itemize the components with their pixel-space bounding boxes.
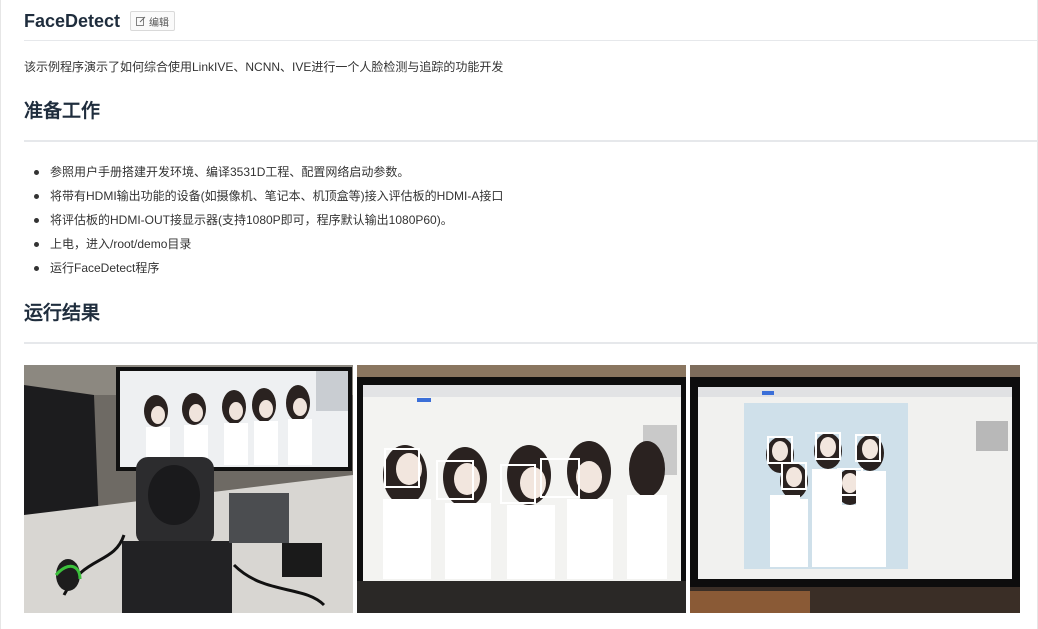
page-left-border — [0, 0, 1, 629]
bullet — [34, 218, 39, 223]
step-text: 将带有HDMI输出功能的设备(如摄像机、笔记本、机顶盒等)接入评估板的HDMI-… — [50, 189, 504, 203]
list-item: 运行FaceDetect程序 — [30, 256, 503, 280]
edit-icon — [136, 16, 146, 26]
result-divider — [24, 342, 1038, 344]
step-text: 将评估板的HDMI-OUT接显示器(支持1080P即可，程序默认输出1080P6… — [50, 213, 453, 227]
prepare-step-list: 参照用户手册搭建开发环境、编译3531D工程、配置网络启动参数。 将带有HDMI… — [30, 160, 503, 280]
list-item: 将评估板的HDMI-OUT接显示器(支持1080P即可，程序默认输出1080P6… — [30, 208, 503, 232]
list-item: 上电，进入/root/demo目录 — [30, 232, 503, 256]
intro-text: 该示例程序演示了如何综合使用LinkIVE、NCNN、IVE进行一个人脸检测与追… — [24, 60, 504, 74]
bullet — [34, 266, 39, 271]
title-divider — [24, 40, 1038, 41]
prepare-divider — [24, 140, 1038, 142]
list-item: 参照用户手册搭建开发环境、编译3531D工程、配置网络启动参数。 — [30, 160, 503, 184]
prepare-heading: 准备工作 — [24, 101, 101, 122]
step-text: 参照用户手册搭建开发环境、编译3531D工程、配置网络启动参数。 — [50, 165, 410, 179]
face-detection-result-photo-1 — [357, 365, 686, 613]
bullet — [34, 242, 39, 247]
edit-button[interactable]: 编辑 — [130, 11, 176, 31]
step-text: 上电，进入/root/demo目录 — [50, 237, 192, 251]
step-text: 运行FaceDetect程序 — [50, 261, 160, 275]
bullet — [34, 194, 39, 199]
edit-button-label: 编辑 — [149, 17, 170, 29]
face-detection-result-photo-2 — [690, 365, 1020, 613]
bullet — [34, 170, 39, 175]
list-item: 将带有HDMI输出功能的设备(如摄像机、笔记本、机顶盒等)接入评估板的HDMI-… — [30, 184, 503, 208]
result-heading: 运行结果 — [24, 303, 101, 324]
title-row: FaceDetect 编辑 — [24, 8, 176, 34]
camera-setup-photo — [24, 365, 353, 613]
result-photo-strip — [24, 365, 1020, 613]
page-title: FaceDetect — [24, 10, 121, 31]
